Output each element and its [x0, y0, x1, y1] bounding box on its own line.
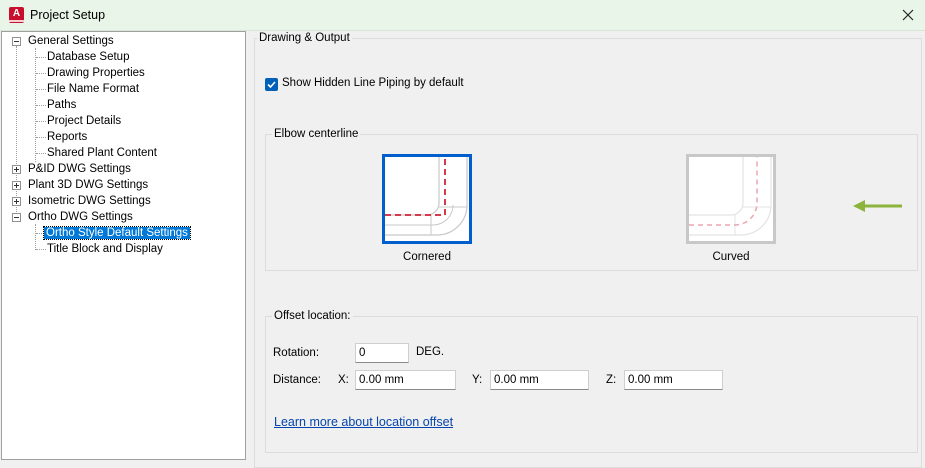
expand-general-settings[interactable]	[12, 37, 21, 46]
expand-plant-3d-dwg-settings[interactable]	[12, 181, 21, 190]
z-label: Z:	[606, 374, 617, 386]
distance-label: Distance:	[273, 374, 321, 386]
checkmark-icon	[267, 81, 276, 89]
tree-item-shared-plant-content[interactable]: Shared Plant Content	[45, 145, 159, 161]
learn-more-link[interactable]: Learn more about location offset	[274, 415, 453, 429]
close-button[interactable]	[894, 3, 922, 27]
tree-item-plant-3d-dwg-settings[interactable]: Plant 3D DWG Settings	[26, 177, 150, 193]
title-bar: A Project Setup	[0, 0, 925, 31]
curved-option[interactable]	[686, 154, 776, 244]
autocad-plant-icon: A	[9, 7, 24, 23]
tree-item-database-setup[interactable]: Database Setup	[45, 49, 131, 65]
show-hidden-line-label[interactable]: Show Hidden Line Piping by default	[282, 77, 464, 89]
x-label: X:	[338, 374, 349, 386]
rotation-unit: DEG.	[416, 346, 445, 358]
tree-item-title-block-and-display[interactable]: Title Block and Display	[45, 241, 165, 257]
expand-ortho-dwg-settings[interactable]	[12, 213, 21, 222]
x-input[interactable]: 0.00 mm	[355, 370, 456, 390]
y-input[interactable]: 0.00 mm	[490, 370, 589, 390]
expand-isometric-dwg-settings[interactable]	[12, 197, 21, 206]
expand-pid-dwg-settings[interactable]	[12, 165, 21, 174]
tree-item-ortho-dwg-settings[interactable]: Ortho DWG Settings	[26, 209, 135, 225]
window-title: Project Setup	[30, 8, 106, 22]
arrow-left-icon	[853, 200, 902, 212]
z-input[interactable]: 0.00 mm	[624, 370, 723, 390]
y-label: Y:	[472, 374, 483, 386]
rotation-input[interactable]: 0	[355, 343, 409, 363]
section-title: Drawing & Output	[257, 32, 352, 44]
tree-item-drawing-properties[interactable]: Drawing Properties	[45, 65, 147, 81]
show-hidden-line-checkbox[interactable]	[265, 78, 278, 91]
cornered-option[interactable]	[382, 154, 472, 244]
cornered-elbow-icon	[385, 157, 468, 236]
cornered-label[interactable]: Cornered	[382, 251, 472, 263]
tree-item-isometric-dwg-settings[interactable]: Isometric DWG Settings	[26, 193, 153, 209]
tree-item-reports[interactable]: Reports	[45, 129, 89, 145]
tree-item-ortho-style-default-settings[interactable]: Ortho Style Default Settings	[43, 225, 191, 241]
tree-item-file-name-format[interactable]: File Name Format	[45, 81, 141, 97]
tree-item-general-settings[interactable]: General Settings	[26, 33, 116, 49]
offset-location-label: Offset location:	[272, 310, 353, 322]
curved-elbow-icon	[689, 157, 772, 236]
curved-label[interactable]: Curved	[686, 251, 776, 263]
elbow-centerline-group	[265, 134, 918, 271]
tree-item-paths[interactable]: Paths	[45, 97, 78, 113]
elbow-centerline-label: Elbow centerline	[272, 128, 361, 140]
tree-item-pid-dwg-settings[interactable]: P&ID DWG Settings	[26, 161, 133, 177]
settings-tree[interactable]: General Settings Database Setup Drawing …	[1, 31, 246, 460]
rotation-label: Rotation:	[273, 347, 320, 359]
close-icon	[902, 9, 914, 21]
tree-item-project-details[interactable]: Project Details	[45, 113, 123, 129]
